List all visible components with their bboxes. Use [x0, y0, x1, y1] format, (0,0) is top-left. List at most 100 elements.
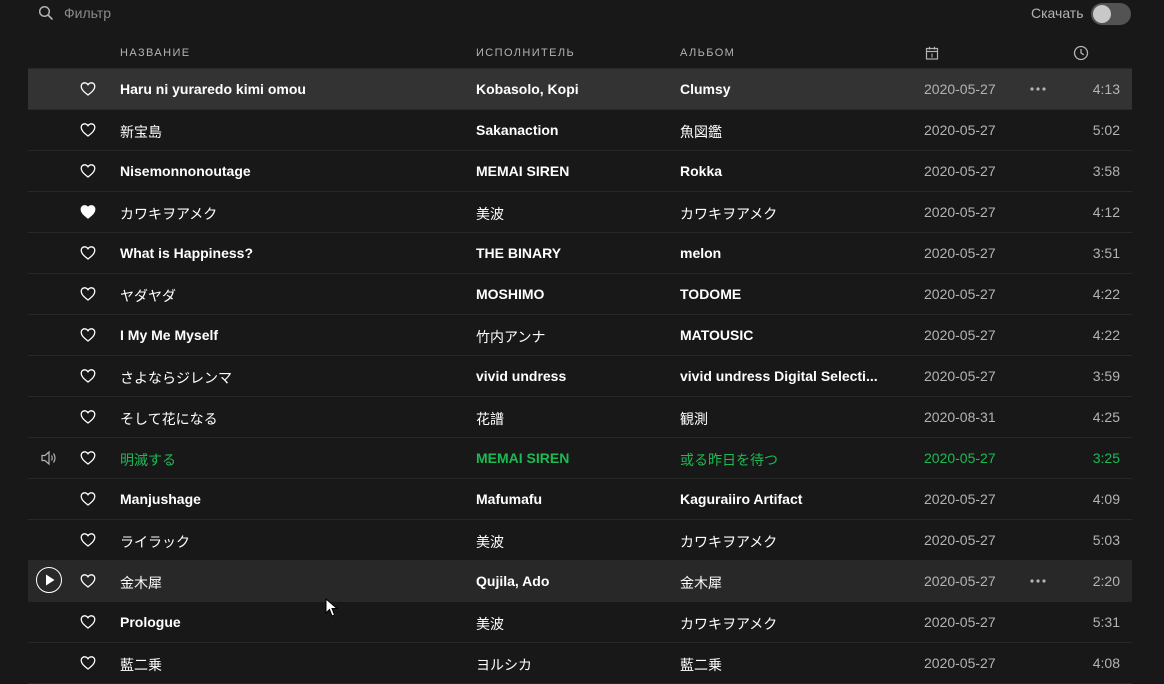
heart-icon[interactable]: [80, 245, 96, 261]
track-row[interactable]: Haru ni yuraredo kimi omou Kobasolo, Kopi…: [28, 69, 1132, 110]
track-title: 明滅する: [120, 452, 176, 468]
heart-icon[interactable]: [80, 81, 96, 97]
track-album[interactable]: 或る昨日を待つ: [680, 450, 880, 470]
track-album[interactable]: 藍二乗: [680, 655, 880, 675]
track-album[interactable]: 観測: [680, 409, 880, 429]
heart-icon[interactable]: [80, 327, 96, 343]
track-date-added: 2020-05-27: [924, 368, 996, 384]
track-date-added: 2020-05-27: [924, 122, 996, 138]
track-row[interactable]: カワキヲアメク 美波 カワキヲアメク 2020-05-27 4:12: [28, 192, 1132, 233]
clock-icon[interactable]: [1073, 45, 1089, 61]
track-artist[interactable]: ヨルシカ: [476, 655, 666, 675]
track-title: 藍二乗: [120, 657, 162, 673]
track-album[interactable]: vivid undress Digital Selecti...: [680, 368, 880, 384]
track-artist[interactable]: MEMAI SIREN: [476, 163, 666, 179]
track-date-added: 2020-05-27: [924, 204, 996, 220]
track-artist[interactable]: 竹内アンナ: [476, 327, 666, 347]
heart-icon[interactable]: [80, 368, 96, 384]
track-album[interactable]: 金木犀: [680, 573, 880, 593]
track-title: Haru ni yuraredo kimi omou: [120, 81, 306, 97]
track-date-added: 2020-05-27: [924, 245, 996, 261]
track-album[interactable]: カワキヲアメク: [680, 204, 880, 224]
track-title: そして花になる: [120, 411, 218, 427]
track-row[interactable]: Prologue 美波 カワキヲアメク 2020-05-27 5:31: [28, 602, 1132, 643]
heart-icon[interactable]: [80, 491, 96, 507]
track-duration: 5:31: [1092, 614, 1120, 630]
track-row[interactable]: 明滅する MEMAI SIREN 或る昨日を待つ 2020-05-27 3:25: [28, 438, 1132, 479]
heart-filled-icon[interactable]: [80, 204, 96, 220]
track-list: Haru ni yuraredo kimi omou Kobasolo, Kopi…: [28, 69, 1132, 684]
heart-icon[interactable]: [80, 573, 96, 589]
track-title: What is Happiness?: [120, 245, 254, 261]
track-album[interactable]: Clumsy: [680, 81, 880, 97]
track-artist[interactable]: MOSHIMO: [476, 286, 666, 302]
track-row[interactable]: そして花になる 花譜 観測 2020-08-31 4:25: [28, 397, 1132, 438]
track-duration: 3:25: [1092, 450, 1120, 466]
track-album[interactable]: Kaguraiiro Artifact: [680, 491, 880, 507]
track-album[interactable]: 魚図鑑: [680, 122, 880, 142]
heart-icon[interactable]: [80, 163, 96, 179]
track-album[interactable]: TODOME: [680, 286, 880, 302]
track-row[interactable]: I My Me Myself 竹内アンナ MATOUSIC 2020-05-27 4:2…: [28, 315, 1132, 356]
track-title: Prologue: [120, 614, 181, 630]
track-row[interactable]: 金木犀 Qujila, Ado 金木犀 2020-05-27 2:20: [28, 561, 1132, 602]
track-duration: 2:20: [1092, 573, 1120, 589]
search-icon[interactable]: [38, 5, 54, 21]
track-row[interactable]: ヤダヤダ MOSHIMO TODOME 2020-05-27 4:22: [28, 274, 1132, 315]
track-album[interactable]: カワキヲアメク: [680, 532, 880, 552]
heart-icon[interactable]: [80, 450, 96, 466]
filter-input[interactable]: [60, 3, 368, 23]
track-duration: 4:09: [1092, 491, 1120, 507]
filter-bar: Скачать: [0, 0, 1164, 28]
track-duration: 3:58: [1092, 163, 1120, 179]
track-row[interactable]: What is Happiness? THE BINARY melon 2020-05…: [28, 233, 1132, 274]
more-options-icon[interactable]: [1028, 82, 1048, 96]
heart-icon[interactable]: [80, 532, 96, 548]
track-duration: 4:08: [1092, 655, 1120, 671]
track-album[interactable]: melon: [680, 245, 880, 261]
track-row[interactable]: 藍二乗 ヨルシカ 藍二乗 2020-05-27 4:08: [28, 643, 1132, 684]
track-artist[interactable]: MEMAI SIREN: [476, 450, 666, 466]
track-artist[interactable]: 美波: [476, 204, 666, 224]
playlist-view: Скачать НАЗВАНИЕ ИСПОЛНИТЕЛЬ АЛЬБОМ Haru…: [0, 0, 1164, 684]
column-header-artist[interactable]: ИСПОЛНИТЕЛЬ: [476, 47, 575, 59]
toggle-knob: [1093, 5, 1111, 23]
play-button[interactable]: [36, 567, 62, 593]
track-row[interactable]: 新宝島 Sakanaction 魚図鑑 2020-05-27 5:02: [28, 110, 1132, 151]
heart-icon[interactable]: [80, 409, 96, 425]
download-toggle[interactable]: [1091, 3, 1131, 25]
track-artist[interactable]: Kobasolo, Kopi: [476, 81, 666, 97]
column-header-album[interactable]: АЛЬБОМ: [680, 47, 735, 59]
track-title: ヤダヤダ: [120, 288, 176, 304]
calendar-icon[interactable]: [925, 46, 939, 60]
track-album[interactable]: MATOUSIC: [680, 327, 880, 343]
track-album[interactable]: Rokka: [680, 163, 880, 179]
track-artist[interactable]: Sakanaction: [476, 122, 666, 138]
heart-icon[interactable]: [80, 655, 96, 671]
heart-icon[interactable]: [80, 286, 96, 302]
track-duration: 5:02: [1092, 122, 1120, 138]
track-artist[interactable]: 美波: [476, 532, 666, 552]
track-album[interactable]: カワキヲアメク: [680, 614, 880, 634]
track-row[interactable]: Nisemonnonoutage MEMAI SIREN Rokka 2020-05-…: [28, 151, 1132, 192]
heart-icon[interactable]: [80, 614, 96, 630]
track-date-added: 2020-05-27: [924, 327, 996, 343]
track-artist[interactable]: 美波: [476, 614, 666, 634]
track-row[interactable]: Manjushage Mafumafu Kaguraiiro Artifact 202…: [28, 479, 1132, 520]
track-artist[interactable]: 花譜: [476, 409, 666, 429]
track-title: Manjushage: [120, 491, 201, 507]
play-icon: [46, 574, 55, 586]
heart-icon[interactable]: [80, 122, 96, 138]
track-artist[interactable]: Qujila, Ado: [476, 573, 666, 589]
column-header-title[interactable]: НАЗВАНИЕ: [120, 47, 191, 59]
track-duration: 4:22: [1092, 327, 1120, 343]
track-title: カワキヲアメク: [120, 206, 218, 222]
track-artist[interactable]: THE BINARY: [476, 245, 666, 261]
track-artist[interactable]: vivid undress: [476, 368, 666, 384]
track-row[interactable]: ライラック 美波 カワキヲアメク 2020-05-27 5:03: [28, 520, 1132, 561]
track-artist[interactable]: Mafumafu: [476, 491, 666, 507]
track-duration: 4:22: [1092, 286, 1120, 302]
more-options-icon[interactable]: [1028, 574, 1048, 588]
track-row[interactable]: さよならジレンマ vivid undress vivid undress Digit…: [28, 356, 1132, 397]
track-duration: 4:25: [1092, 409, 1120, 425]
